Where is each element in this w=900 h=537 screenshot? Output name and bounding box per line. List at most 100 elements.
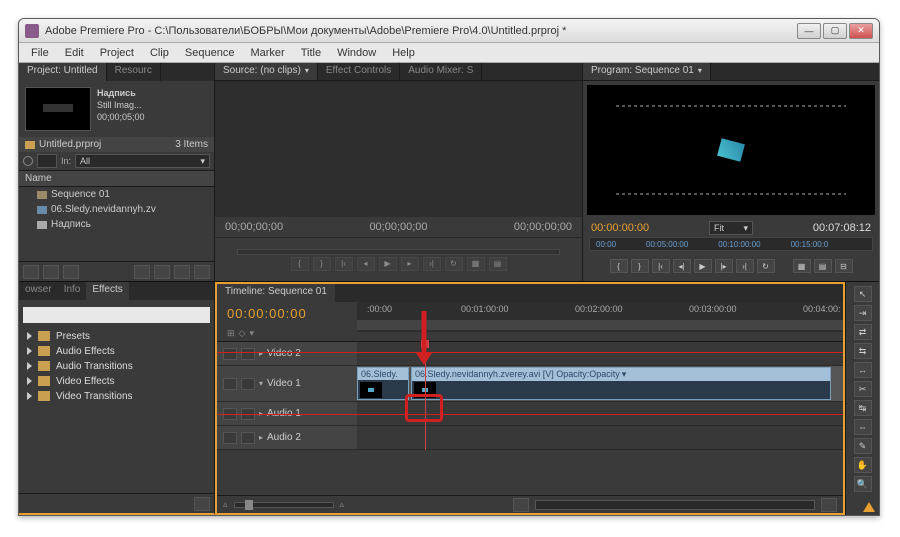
menu-edit[interactable]: Edit: [57, 45, 92, 61]
chevron-down-icon[interactable]: ▾: [305, 66, 309, 75]
project-item-video[interactable]: 06.Sledy.nevidannyh.zv: [19, 202, 214, 217]
snap-button[interactable]: ⊞: [227, 328, 235, 339]
search-icon[interactable]: [23, 156, 33, 166]
goto-in-button[interactable]: |‹: [652, 259, 670, 273]
track-lane-video1[interactable]: 06.Sledy. 06.Sledy.nevidannyh.zverey.avi…: [357, 366, 843, 402]
asset-thumbnail[interactable]: [25, 87, 91, 131]
razor-tool[interactable]: ✂: [854, 381, 872, 397]
source-viewer[interactable]: [215, 81, 582, 217]
program-current-timecode[interactable]: 00:00:00:00: [591, 222, 649, 234]
zoom-fit-dropdown[interactable]: Fit▾: [709, 221, 753, 235]
menu-sequence[interactable]: Sequence: [177, 45, 243, 61]
chevron-down-icon[interactable]: ▾: [698, 66, 702, 75]
work-area-bar[interactable]: [357, 320, 843, 330]
timeline-current-timecode[interactable]: 00:00:00:00: [217, 302, 357, 325]
pen-tool[interactable]: ✎: [854, 438, 872, 454]
set-in-button[interactable]: {: [291, 257, 309, 271]
new-item-button[interactable]: [174, 265, 190, 279]
play-button[interactable]: ▶: [379, 257, 397, 271]
loop-button[interactable]: ↻: [445, 257, 463, 271]
timeline-clip-1[interactable]: 06.Sledy.: [357, 367, 409, 400]
insert-button[interactable]: ▦: [467, 257, 485, 271]
menu-window[interactable]: Window: [329, 45, 384, 61]
step-back-button[interactable]: ◂: [357, 257, 375, 271]
hand-tool[interactable]: ✋: [854, 457, 872, 473]
set-out-button[interactable]: }: [631, 259, 649, 273]
find-button[interactable]: [134, 265, 150, 279]
step-back-button[interactable]: ◂|: [673, 259, 691, 273]
menu-help[interactable]: Help: [384, 45, 423, 61]
tab-media-browser[interactable]: owser: [19, 282, 58, 300]
scroll-right-button[interactable]: [821, 498, 837, 512]
menu-clip[interactable]: Clip: [142, 45, 177, 61]
nest-button[interactable]: ▾: [249, 328, 254, 339]
program-ruler[interactable]: 00:00 00:05:00:00 00:10:00:00 00:15:00:0: [589, 237, 873, 251]
maximize-button[interactable]: ▢: [823, 23, 847, 39]
play-button[interactable]: ▶: [694, 259, 712, 273]
goto-out-button[interactable]: ›|: [736, 259, 754, 273]
new-custom-bin-button[interactable]: [194, 497, 210, 511]
step-fwd-button[interactable]: ▸: [401, 257, 419, 271]
tab-audio-mixer[interactable]: Audio Mixer: S: [400, 63, 482, 80]
in-filter-dropdown[interactable]: All▾: [75, 154, 210, 168]
menu-title[interactable]: Title: [293, 45, 329, 61]
warning-icon[interactable]: [863, 502, 875, 512]
ripple-edit-tool[interactable]: ⇄: [854, 324, 872, 340]
toggle-track-output[interactable]: [223, 432, 237, 444]
toggle-track-lock[interactable]: [241, 348, 255, 360]
tab-project[interactable]: Project: Untitled: [19, 63, 107, 81]
minimize-button[interactable]: —: [797, 23, 821, 39]
menu-project[interactable]: Project: [92, 45, 142, 61]
track-lane-audio2[interactable]: [357, 426, 843, 450]
slip-tool[interactable]: ↹: [854, 400, 872, 416]
rate-stretch-tool[interactable]: ↔: [854, 362, 872, 378]
selection-tool[interactable]: ↖: [854, 286, 872, 302]
slide-tool[interactable]: ⇔: [854, 419, 872, 435]
timeline-ruler[interactable]: :00:00 00:01:00:00 00:02:00:00 00:03:00:…: [357, 302, 843, 332]
timeline-clip-2[interactable]: 06.Sledy.nevidannyh.zverey.avi [V] Opaci…: [411, 367, 831, 400]
close-button[interactable]: ✕: [849, 23, 873, 39]
column-header-name[interactable]: Name: [19, 171, 214, 187]
effects-search-input[interactable]: [23, 307, 210, 323]
effects-folder-presets[interactable]: Presets: [19, 329, 214, 344]
source-scrubber[interactable]: [237, 249, 560, 255]
tab-effects[interactable]: Effects: [86, 282, 128, 300]
scroll-left-button[interactable]: [513, 498, 529, 512]
tab-effect-controls[interactable]: Effect Controls: [318, 63, 400, 80]
trim-button[interactable]: ⊟: [835, 259, 853, 273]
search-input[interactable]: [37, 154, 57, 168]
delete-button[interactable]: [194, 265, 210, 279]
effects-folder-video-effects[interactable]: Video Effects: [19, 374, 214, 389]
track-select-tool[interactable]: ⇥: [854, 305, 872, 321]
overlay-button[interactable]: ▤: [489, 257, 507, 271]
list-view-button[interactable]: [23, 265, 39, 279]
project-item-title[interactable]: Надпись: [19, 217, 214, 232]
effects-folder-video-transitions[interactable]: Video Transitions: [19, 389, 214, 404]
new-bin-button[interactable]: [154, 265, 170, 279]
marker-button[interactable]: ◇: [239, 328, 246, 339]
titlebar[interactable]: Adobe Premiere Pro - C:\Пользователи\БОБ…: [19, 19, 879, 43]
tab-source[interactable]: Source: (no clips)▾: [215, 63, 318, 80]
toggle-track-lock[interactable]: [241, 378, 255, 390]
lift-button[interactable]: ▦: [793, 259, 811, 273]
menu-marker[interactable]: Marker: [242, 45, 292, 61]
step-fwd-button[interactable]: |▸: [715, 259, 733, 273]
tab-timeline-sequence[interactable]: Timeline: Sequence 01: [217, 284, 335, 302]
toggle-track-output[interactable]: [223, 378, 237, 390]
track-header-video1[interactable]: ▾Video 1: [217, 366, 357, 402]
toggle-track-lock[interactable]: [241, 432, 255, 444]
rolling-edit-tool[interactable]: ⇆: [854, 343, 872, 359]
tab-info[interactable]: Info: [58, 282, 87, 300]
automate-button[interactable]: [63, 265, 79, 279]
track-header-video2[interactable]: ▸Video 2: [217, 342, 357, 366]
menu-file[interactable]: File: [23, 45, 57, 61]
goto-in-button[interactable]: |‹: [335, 257, 353, 271]
toggle-track-output[interactable]: [223, 348, 237, 360]
icon-view-button[interactable]: [43, 265, 59, 279]
track-header-audio2[interactable]: ▸Audio 2: [217, 426, 357, 450]
project-item-sequence[interactable]: Sequence 01: [19, 187, 214, 202]
loop-button[interactable]: ↻: [757, 259, 775, 273]
set-out-button[interactable]: }: [313, 257, 331, 271]
zoom-slider[interactable]: [234, 502, 334, 508]
effects-folder-audio-transitions[interactable]: Audio Transitions: [19, 359, 214, 374]
